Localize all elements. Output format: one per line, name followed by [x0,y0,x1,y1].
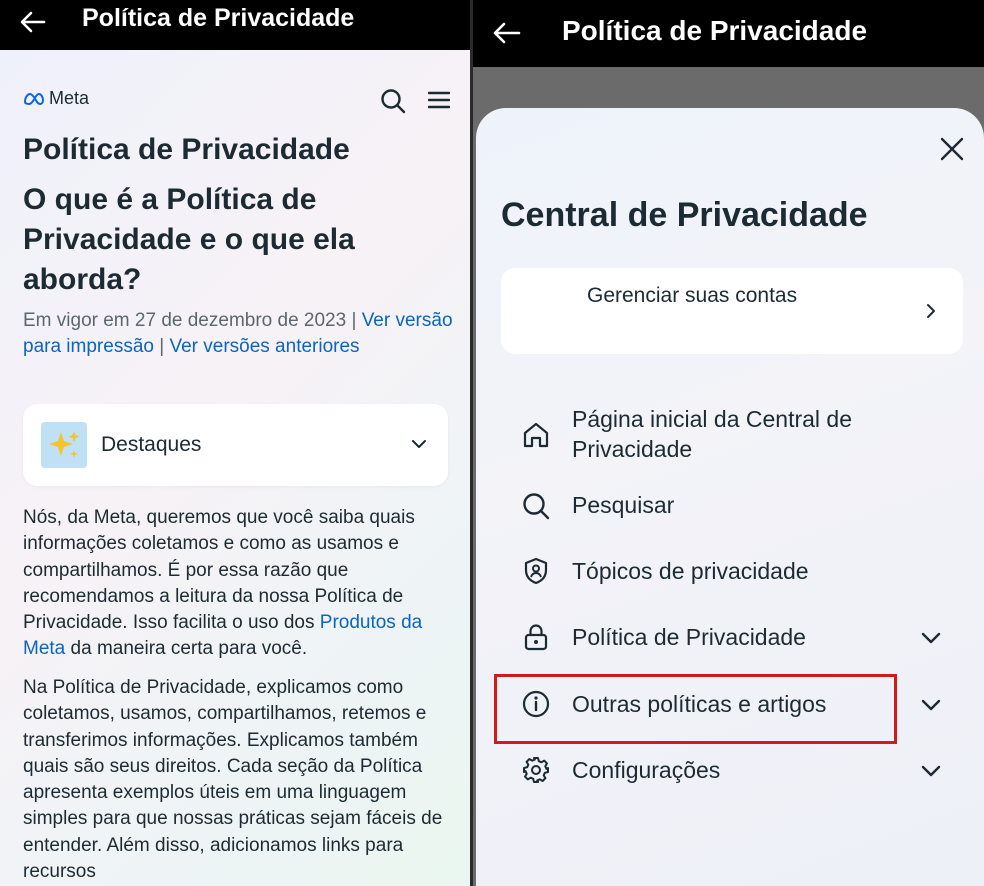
meta-wordmark: Meta [49,88,90,108]
highlights-label: Destaques [101,433,202,456]
right-screen: Política de Privacidade Central de Priva… [473,0,984,886]
nav-label: Pesquisar [572,492,675,518]
highlight-annotation-box [494,674,897,744]
intro-paragraph: Nós, da Meta, queremos que você saiba qu… [23,505,453,663]
gear-icon [521,755,551,790]
chevron-right-icon [925,303,937,324]
topbar-title: Política de Privacidade [82,4,355,32]
topbar-title: Política de Privacidade [562,15,868,46]
hamburger-menu-icon[interactable] [427,90,451,115]
meta-logo[interactable]: Meta [23,88,89,109]
nav-item-privacy-center-home[interactable]: Página inicial da Central de Privacidade [521,404,961,466]
search-icon [521,491,551,526]
nav-item-search[interactable]: Pesquisar [521,490,961,522]
intro-suffix: da maneira certa para você. [65,638,308,660]
chevron-down-icon [921,631,941,649]
sheet-title: Central de Privacidade [501,196,868,234]
nav-item-privacy-policy[interactable]: Política de Privacidade [521,622,961,654]
nav-label: Política de Privacidade [572,624,806,650]
left-screen: Política de Privacidade Meta Política de… [0,0,470,886]
highlights-accordion[interactable]: Destaques [23,404,448,486]
lock-icon [521,622,551,657]
meta-infinity-icon [23,92,45,105]
manage-accounts-button[interactable]: Gerenciar suas contas [501,268,963,354]
chevron-down-icon [921,764,941,782]
home-icon [521,420,551,455]
back-arrow-icon[interactable] [491,18,523,53]
site-header: Meta [23,88,451,114]
close-icon[interactable] [939,136,965,167]
sparkles-icon [41,422,87,468]
nav-item-privacy-topics[interactable]: Tópicos de privacidade [521,556,961,588]
separator: | [153,336,170,357]
manage-accounts-label: Gerenciar suas contas [587,284,798,307]
shield-icon [521,556,551,591]
page-title: Política de Privacidade [23,133,350,166]
nav-label: Configurações [572,757,721,783]
top-app-bar: Política de Privacidade [473,0,984,67]
chevron-down-icon [411,436,427,454]
nav-item-settings[interactable]: Configurações [521,755,961,787]
nav-label: Tópicos de privacidade [572,558,809,584]
policy-paragraph: Na Política de Privacidade, explicamos c… [23,677,443,883]
top-app-bar: Política de Privacidade [0,0,470,50]
effective-date-text: Em vigor em 27 de dezembro de 2023 | [23,310,362,331]
back-arrow-icon[interactable] [18,7,48,42]
section-heading: O que é a Política de Privacidade e o qu… [23,183,355,296]
nav-label: Página inicial da Central de Privacidade [572,406,853,462]
chevron-down-icon [921,698,941,716]
effective-date-line: Em vigor em 27 de dezembro de 2023 | Ver… [23,308,453,360]
previous-versions-link[interactable]: Ver versões anteriores [169,336,359,357]
search-icon[interactable] [380,88,406,119]
